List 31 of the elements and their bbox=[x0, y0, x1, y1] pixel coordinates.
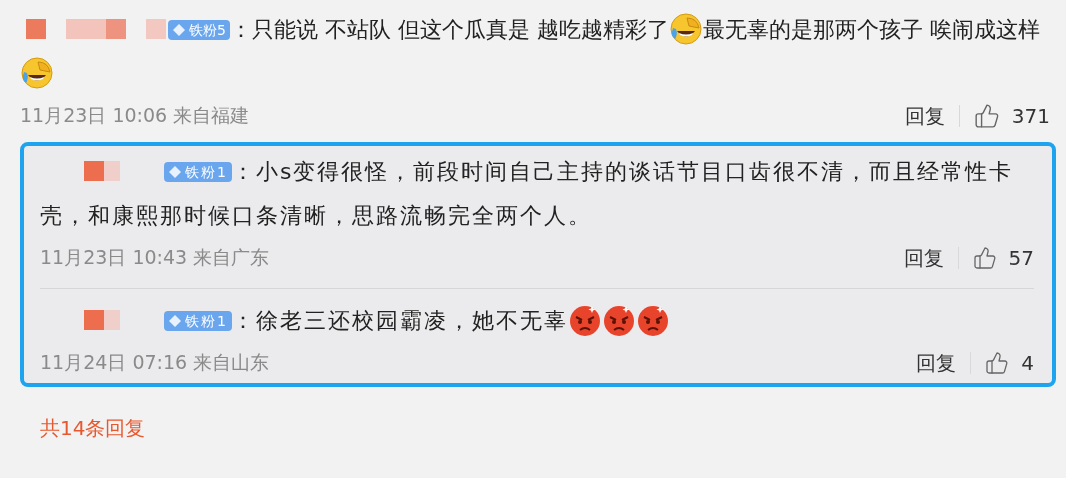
fan-badge: 铁粉5 bbox=[168, 19, 230, 40]
thumbs-up-icon bbox=[973, 103, 1000, 129]
comment-text: ：徐老三还校园霸凌，她不无辜 bbox=[231, 308, 568, 333]
angry-face-icon bbox=[635, 303, 670, 337]
comment-text: 最无辜的是那两个孩子 唉 bbox=[702, 17, 952, 42]
laughing-crying-emoji-icon bbox=[668, 12, 703, 46]
comment-text: ：只能说 不站队 但这个瓜真是 越吃越精彩了 bbox=[229, 17, 669, 42]
like-button[interactable]: 371 bbox=[973, 103, 1050, 129]
like-button[interactable]: 4 bbox=[985, 351, 1034, 375]
fan-badge: 铁粉1 bbox=[164, 161, 232, 182]
angry-face-icon bbox=[601, 303, 636, 337]
angry-face-icon bbox=[567, 303, 602, 337]
thumbs-up-icon bbox=[985, 351, 1010, 375]
comment-text: ：小s变得很怪，前段时间自己主持的谈话节目口齿很不清，而且经常性卡 bbox=[231, 159, 1014, 184]
thumbs-up-icon bbox=[972, 246, 997, 270]
fan-badge: 铁粉1 bbox=[164, 310, 232, 331]
diamond-icon bbox=[168, 313, 182, 328]
laughing-crying-emoji-icon bbox=[20, 56, 54, 90]
diamond-icon bbox=[168, 164, 182, 179]
reply-button[interactable]: 回复 bbox=[916, 349, 957, 377]
reply-button[interactable]: 回复 bbox=[903, 244, 944, 272]
like-button[interactable]: 57 bbox=[972, 246, 1034, 270]
timestamp: 11月23日 10:06 来自福建 bbox=[20, 103, 250, 128]
redacted-username bbox=[84, 310, 120, 330]
reply-button[interactable]: 回复 bbox=[904, 102, 945, 130]
diamond-icon bbox=[172, 22, 186, 37]
redacted-username bbox=[84, 161, 120, 181]
timestamp: 11月23日 10:43 来自广东 bbox=[40, 245, 270, 270]
timestamp: 11月24日 07:16 来自山东 bbox=[40, 350, 270, 375]
comment-text: 闹成这样 bbox=[951, 17, 1040, 42]
comment-text: 壳，和康熙那时候口条清晰，思路流畅完全两个人。 bbox=[40, 203, 592, 228]
